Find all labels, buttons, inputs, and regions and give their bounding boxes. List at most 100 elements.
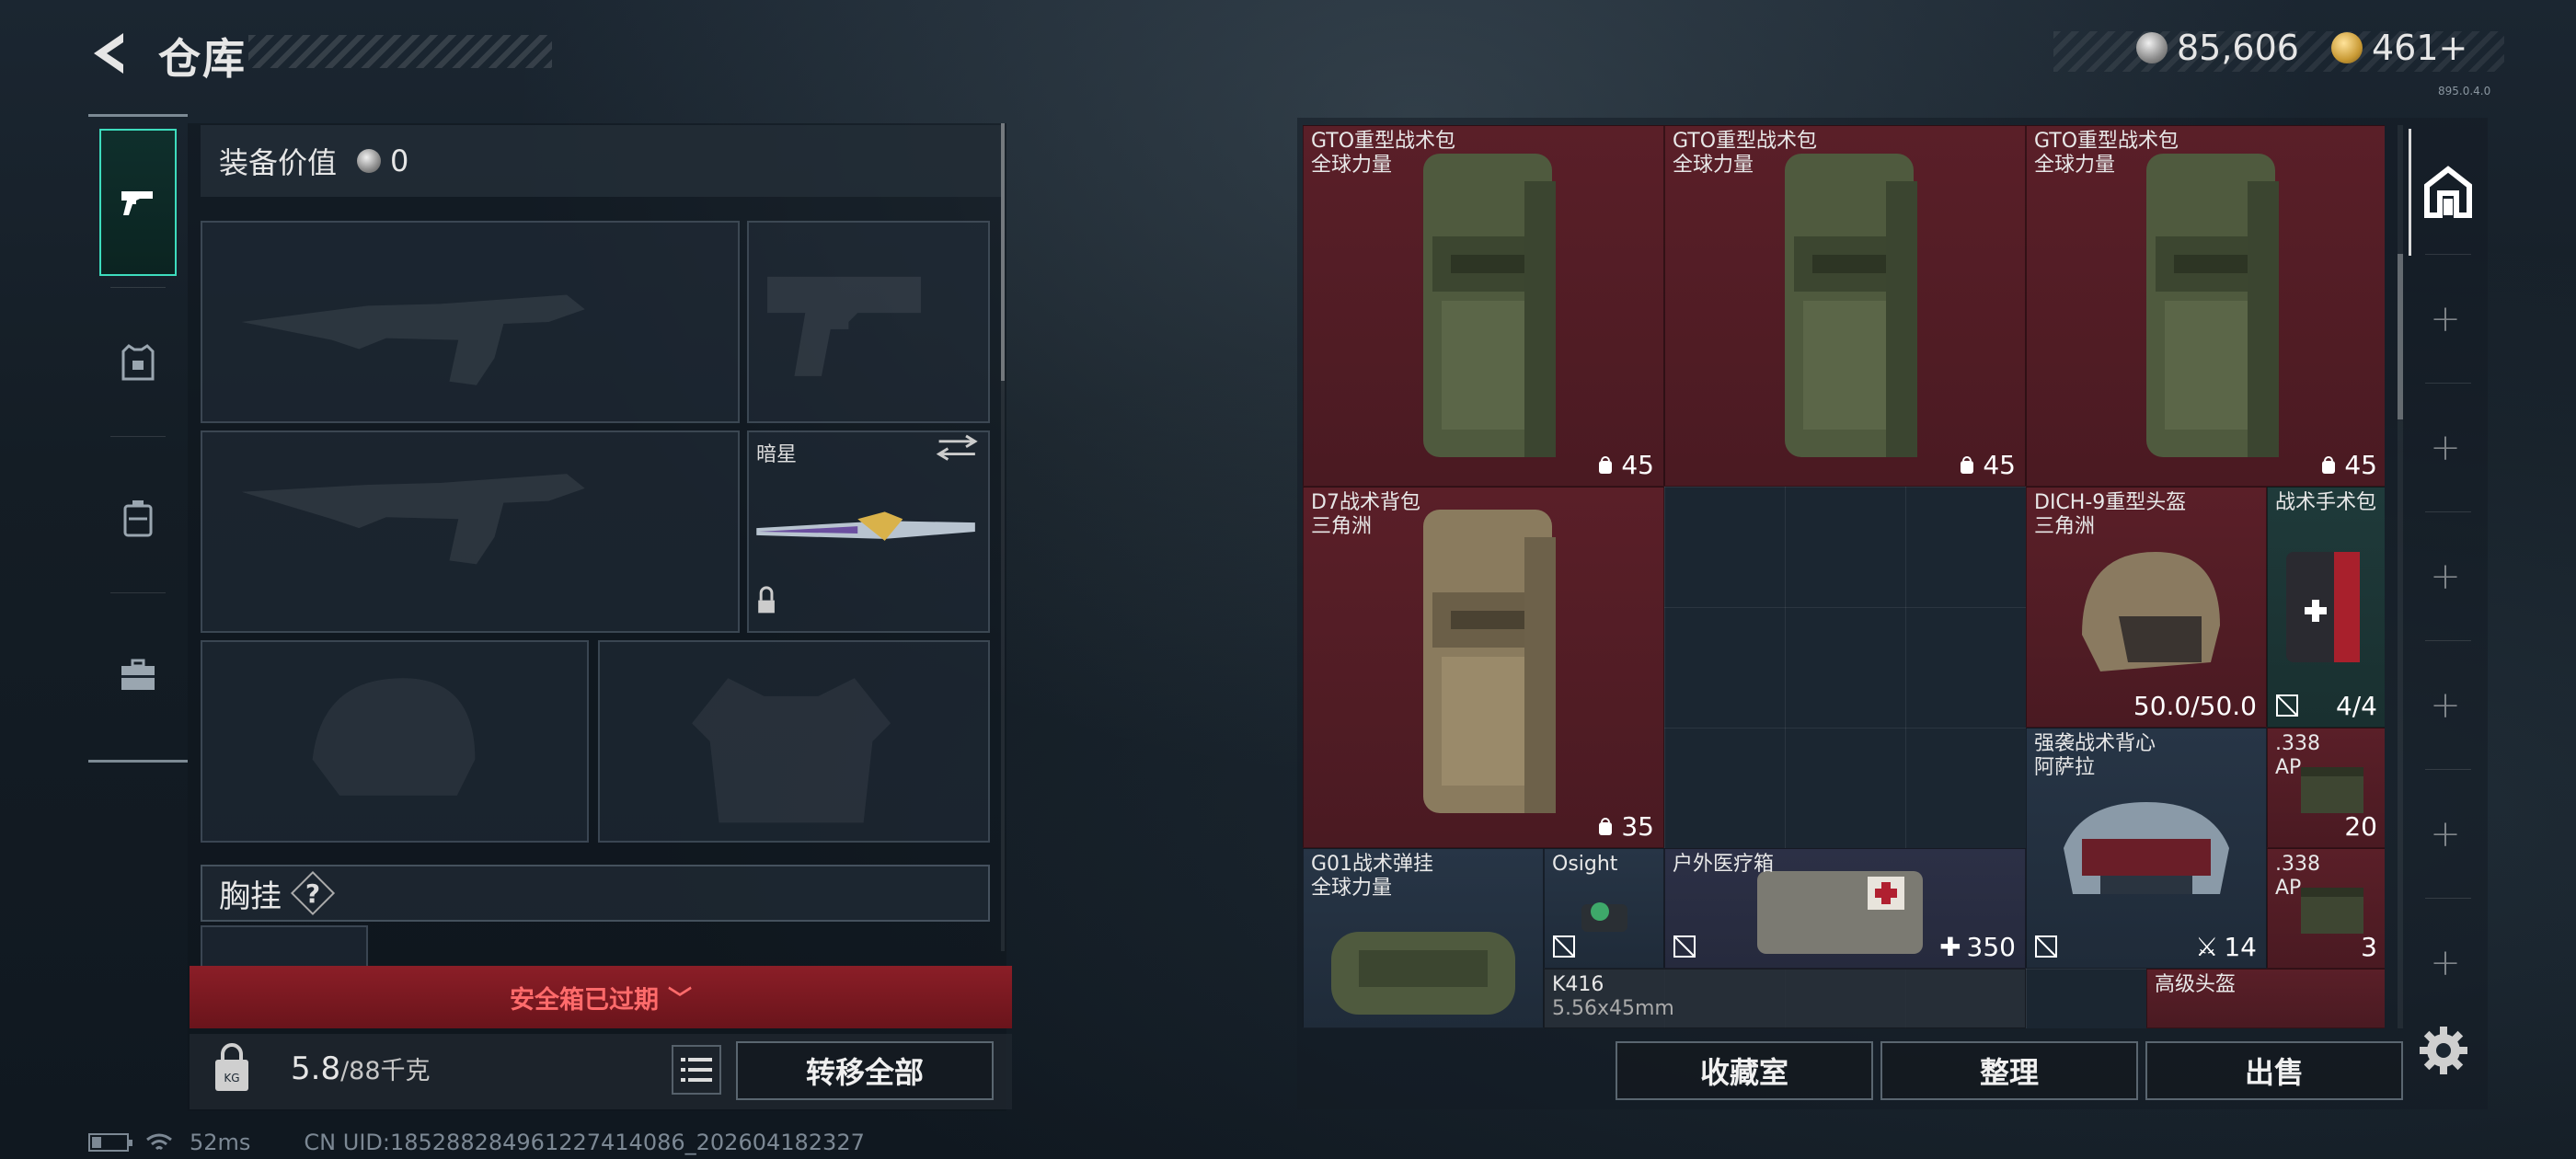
weight-max: /88千克 xyxy=(340,1057,431,1085)
durability-icon: ⚔ xyxy=(2195,932,2219,962)
helmet-art xyxy=(2082,552,2220,671)
item-count: 4/4 xyxy=(2335,691,2377,721)
stash-item[interactable]: 战术手术包 4/4 xyxy=(2267,487,2385,728)
item-count: 35 xyxy=(1595,811,1654,842)
loadout-scroll-thumb[interactable] xyxy=(1001,123,1005,381)
primary-weapon-slot[interactable] xyxy=(201,221,740,423)
add-icon: + xyxy=(2430,813,2461,855)
stash-tab-add[interactable]: + xyxy=(2409,256,2482,383)
help-icon[interactable]: ? xyxy=(294,875,331,912)
tab-separator xyxy=(2425,769,2471,770)
item-count: 3 xyxy=(2361,932,2377,962)
medkit-art xyxy=(2286,552,2360,662)
helmet-slot[interactable] xyxy=(201,640,589,843)
add-icon: + xyxy=(2430,298,2461,340)
gold-currency[interactable]: 461+ xyxy=(2331,28,2467,68)
stash-item[interactable]: G01战术弹挂 全球力量 xyxy=(1303,848,1544,1028)
weight-bag-icon: KG xyxy=(215,1043,248,1091)
tab-weapons[interactable] xyxy=(99,129,177,276)
secondary-weapon-slot[interactable] xyxy=(201,430,740,633)
backpack-art xyxy=(1423,510,1556,813)
backpack-art xyxy=(2146,154,2279,457)
side-tabs-top-line xyxy=(88,114,188,117)
stash-tab-main[interactable] xyxy=(2409,129,2485,256)
sidearm-slot[interactable] xyxy=(747,221,990,423)
collection-room-button[interactable]: 收藏室 xyxy=(1616,1041,1873,1100)
plus-icon: ✚ xyxy=(1939,932,1961,962)
tab-separator xyxy=(2425,383,2471,384)
settings-icon[interactable] xyxy=(2416,1023,2471,1078)
transfer-all-button[interactable]: 转移全部 xyxy=(736,1041,994,1100)
back-arrow-icon xyxy=(94,33,123,74)
stash-item[interactable]: Osight xyxy=(1544,848,1664,969)
armor-slot[interactable] xyxy=(598,640,990,843)
status-bar: 52ms CN UID:185288284961227414086_202604… xyxy=(88,1130,865,1155)
item-name: K416 5.56x45mm xyxy=(1552,973,1674,1020)
stash-item[interactable]: D7战术背包 三角洲 35 xyxy=(1303,487,1664,848)
item-name: 战术手术包 xyxy=(2275,491,2377,514)
stash-item[interactable]: .338 AP 20 xyxy=(2267,728,2385,848)
stash-item[interactable]: 户外医疗箱 ✚ 350 xyxy=(1664,848,2026,969)
helmet-silhouette-icon xyxy=(312,678,476,796)
gold-amount: 461+ xyxy=(2372,28,2468,68)
stash-item[interactable]: GTO重型战术包 全球力量 45 xyxy=(1664,125,2026,487)
tab-backpack[interactable] xyxy=(99,445,177,592)
item-name: .338 AP xyxy=(2275,732,2320,779)
stash-tab-add[interactable]: + xyxy=(2409,642,2482,769)
stash-tab-add[interactable]: + xyxy=(2409,771,2482,898)
equip-value: 0 xyxy=(390,143,409,178)
back-button[interactable] xyxy=(81,26,136,81)
item-name: GTO重型战术包 全球力量 xyxy=(1673,130,1818,177)
add-icon: + xyxy=(2430,427,2461,469)
stash-tab-add[interactable]: + xyxy=(2409,513,2482,640)
side-tabs-bottom-line xyxy=(88,760,188,763)
add-icon: + xyxy=(2430,684,2461,727)
melee-slot[interactable]: 暗星 xyxy=(747,430,990,633)
stash-item[interactable]: DICH-9重型头盔 三角洲 50.0/50.0 xyxy=(2026,487,2267,728)
stash-item[interactable]: .338 AP 3 xyxy=(2267,848,2385,969)
stash-tab-add[interactable]: + xyxy=(2409,384,2482,511)
no-insure-icon xyxy=(1552,935,1576,962)
chevron-down-icon: ﹀ xyxy=(667,985,692,1014)
item-name: Osight xyxy=(1552,853,1618,876)
stash-item[interactable]: 高级头盔 xyxy=(2146,969,2385,1028)
stash-tab-add[interactable]: + xyxy=(2409,900,2482,1027)
item-count: 50.0/50.0 xyxy=(2133,691,2257,721)
safe-box-expired-banner[interactable]: 安全箱已过期 ﹀ xyxy=(190,966,1012,1028)
stash-grid: GTO重型战术包 全球力量 45 GTO重型战术包 全球力量 45 GTO重型战术包… xyxy=(1303,125,2385,1028)
sell-button[interactable]: 出售 xyxy=(2145,1041,2403,1100)
chest-rig-slot[interactable] xyxy=(201,925,368,971)
list-view-button[interactable] xyxy=(672,1045,721,1095)
tab-armor[interactable] xyxy=(99,289,177,436)
ping-text: 52ms xyxy=(190,1130,251,1155)
battery-icon xyxy=(88,1133,132,1152)
item-count: 45 xyxy=(1595,450,1654,480)
stash-item[interactable]: GTO重型战术包 全球力量 45 xyxy=(1303,125,1664,487)
no-insure-icon xyxy=(2034,935,2058,962)
tab-separator xyxy=(2425,254,2471,255)
stash-house-icon xyxy=(2424,166,2472,218)
item-name: GTO重型战术包 全球力量 xyxy=(1311,130,1456,177)
page-title: 仓库 xyxy=(158,34,247,84)
add-icon: + xyxy=(2430,942,2461,984)
silver-coin-icon xyxy=(2136,32,2168,63)
briefcase-icon xyxy=(121,659,155,690)
stash-item[interactable]: K416 5.56x45mm xyxy=(1544,969,2026,1028)
sort-button[interactable]: 整理 xyxy=(1880,1041,2138,1100)
tab-separator xyxy=(2425,898,2471,899)
tab-separator xyxy=(2425,640,2471,641)
no-insure-icon xyxy=(1673,935,1696,962)
item-count: ⚔ 14 xyxy=(2195,932,2257,962)
item-count: 45 xyxy=(1957,450,2016,480)
stash-item[interactable]: 强袭战术背心 阿萨拉 ⚔ 14 xyxy=(2026,728,2267,969)
expired-text: 安全箱已过期 xyxy=(509,985,659,1015)
vest-art xyxy=(2064,802,2229,894)
item-count: 20 xyxy=(2344,811,2377,842)
equip-value-label: 装备价值 xyxy=(219,145,338,180)
stash-scroll-thumb[interactable] xyxy=(2398,254,2403,419)
silver-currency[interactable]: 85,606 xyxy=(2136,28,2299,68)
gold-coin-icon xyxy=(2331,32,2363,63)
pistol-silhouette-icon xyxy=(767,276,921,376)
tab-case[interactable] xyxy=(99,602,177,749)
stash-item[interactable]: GTO重型战术包 全球力量 45 xyxy=(2026,125,2385,487)
